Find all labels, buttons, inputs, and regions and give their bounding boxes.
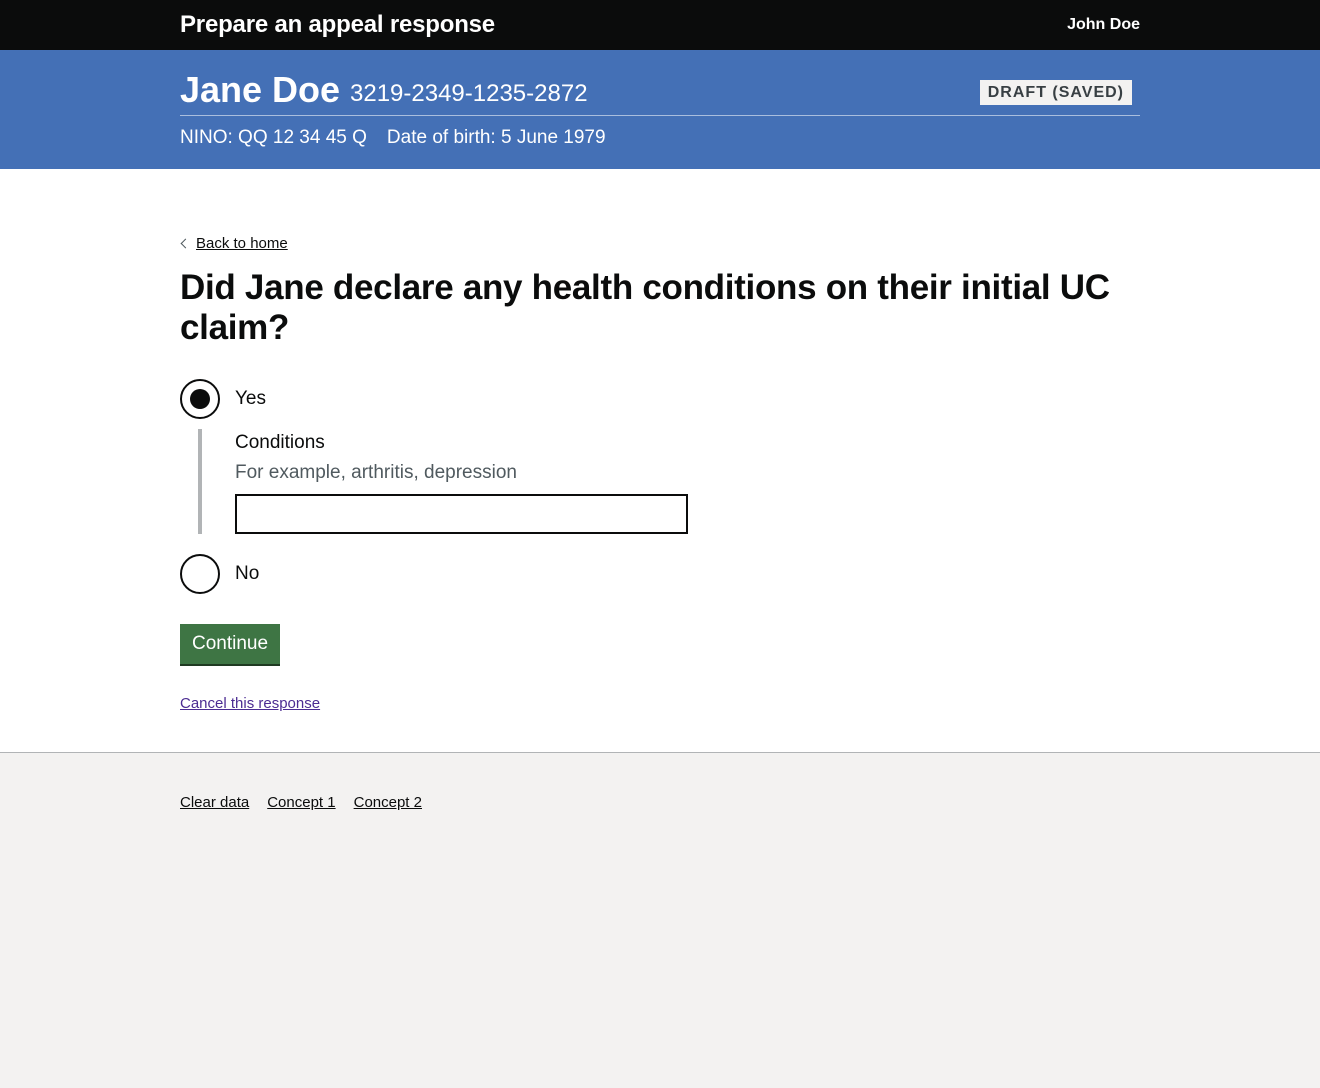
case-title-row: Jane Doe 3219-2349-1235-2872 DRAFT (SAVE… <box>180 68 1140 116</box>
nino: NINO: QQ 12 34 45 Q <box>180 127 367 148</box>
radio-no-label[interactable]: No <box>235 563 259 585</box>
service-name[interactable]: Prepare an appeal response <box>180 11 495 39</box>
chevron-left-icon <box>180 238 191 249</box>
footer-link-concept-1[interactable]: Concept 1 <box>267 794 335 811</box>
page-title: Did Jane declare any health conditions o… <box>180 268 1110 347</box>
footer: Clear data Concept 1 Concept 2 <box>180 753 1140 1087</box>
radio-no-circle[interactable] <box>180 554 220 594</box>
radio-no[interactable]: No <box>180 554 259 594</box>
status-badge: DRAFT (SAVED) <box>979 80 1132 105</box>
radio-yes-circle[interactable] <box>180 379 220 419</box>
conditions-reveal: Conditions For example, arthritis, depre… <box>198 429 698 534</box>
conditions-input[interactable] <box>235 494 688 534</box>
date-of-birth: Date of birth: 5 June 1979 <box>386 127 606 148</box>
claimant-name: Jane Doe <box>180 69 341 110</box>
footer-link-concept-2[interactable]: Concept 2 <box>354 794 422 811</box>
case-banner: Jane Doe 3219-2349-1235-2872 DRAFT (SAVE… <box>0 50 1320 169</box>
main-content: Back to home Did Jane declare any health… <box>0 169 1320 753</box>
back-link-label: Back to home <box>196 235 288 252</box>
cancel-link[interactable]: Cancel this response <box>180 695 320 712</box>
continue-button[interactable]: Continue <box>180 624 281 664</box>
back-link[interactable]: Back to home <box>180 235 288 252</box>
conditions-hint: For example, arthritis, depression <box>235 462 517 483</box>
radio-yes[interactable]: Yes <box>180 379 266 419</box>
footer-links: Clear data Concept 1 Concept 2 <box>180 794 422 811</box>
claim-reference: 3219-2349-1235-2872 <box>350 80 588 107</box>
radio-yes-label[interactable]: Yes <box>235 388 266 410</box>
footer-link-clear-data[interactable]: Clear data <box>180 794 249 811</box>
service-header: Prepare an appeal response John Doe <box>0 0 1320 50</box>
conditions-label: Conditions <box>235 432 325 453</box>
case-meta: NINO: QQ 12 34 45 Q Date of birth: 5 Jun… <box>180 126 606 150</box>
user-name[interactable]: John Doe <box>1067 16 1140 34</box>
